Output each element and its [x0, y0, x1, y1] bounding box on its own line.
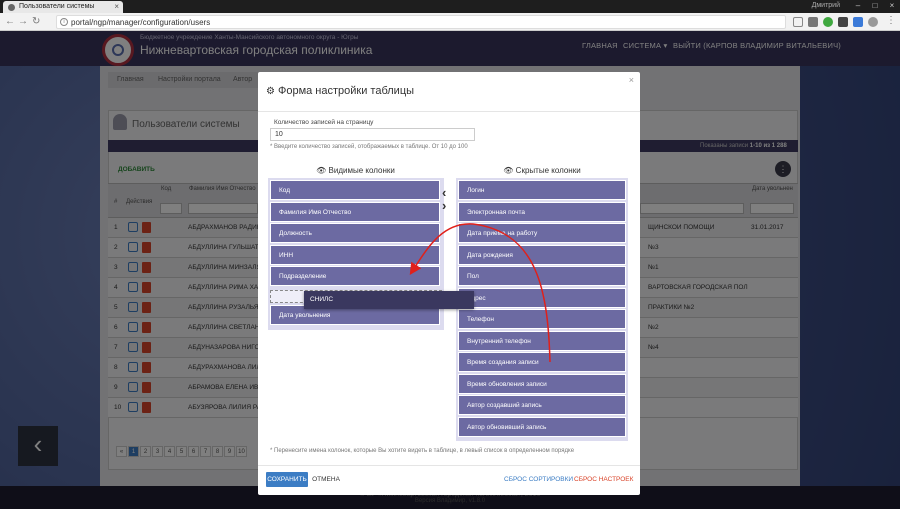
annotation-arrow [409, 223, 551, 363]
bookmark-icon[interactable] [793, 17, 803, 27]
save-button[interactable]: СОХРАНИТЬ [266, 472, 308, 487]
annotation-arrow-path [409, 223, 551, 363]
hidden-column-item[interactable]: Автор обновивший запись [458, 416, 626, 437]
info-icon[interactable]: i [60, 18, 68, 26]
browser-menu-icon[interactable]: ⋮ [886, 15, 896, 27]
extension-blue-icon[interactable] [853, 17, 863, 27]
cancel-button[interactable]: ОТМЕНА [310, 472, 342, 487]
extension-icon[interactable] [808, 17, 818, 27]
back-icon[interactable]: ← [5, 16, 15, 28]
divider [258, 465, 640, 466]
browser-tabstrip: Пользователи системы × Дмитрий – □ × [0, 0, 900, 13]
reset-settings-button[interactable]: СБРОС НАСТРОЕК [574, 476, 633, 483]
hidden-column-item[interactable]: Время обновления записи [458, 373, 626, 394]
close-tab-icon[interactable]: × [114, 2, 119, 11]
reset-sort-button[interactable]: СБРОС СОРТИРОВКИ [504, 476, 573, 483]
extension-circle-icon[interactable] [868, 17, 878, 27]
browser-toolbar: ← → ↻ i portal/ngp/manager/configuration… [0, 13, 900, 31]
drag-hint: * Перенесите имена колонок, которые Вы х… [270, 448, 575, 454]
window-close-icon[interactable]: × [884, 0, 900, 12]
reload-icon[interactable]: ↻ [32, 16, 40, 28]
extension-cloud-icon[interactable] [838, 17, 848, 27]
minimize-icon[interactable]: – [850, 0, 866, 12]
address-bar-url: portal/ngp/manager/configuration/users [71, 18, 211, 27]
forward-icon[interactable]: → [18, 16, 28, 28]
address-bar[interactable]: i portal/ngp/manager/configuration/users [56, 15, 786, 29]
favicon-icon [8, 4, 15, 11]
maximize-icon[interactable]: □ [867, 0, 883, 12]
extension-green-icon[interactable] [823, 17, 833, 27]
browser-user[interactable]: Дмитрий [812, 2, 840, 9]
hidden-column-item[interactable]: Автор создавший запись [458, 395, 626, 415]
browser-tab-title: Пользователи системы [19, 3, 95, 10]
browser-tab[interactable]: Пользователи системы × [3, 1, 123, 13]
